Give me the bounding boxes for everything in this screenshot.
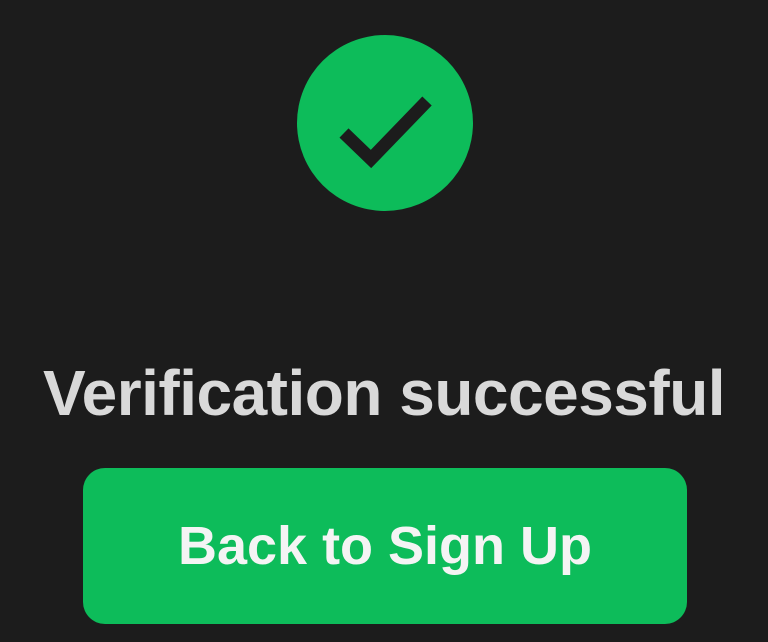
checkmark-icon [339, 96, 432, 169]
back-to-sign-up-button[interactable]: Back to Sign Up [83, 468, 687, 624]
verification-success-screen: Verification successful Back to Sign Up [0, 0, 768, 642]
status-title: Verification successful [42, 357, 726, 429]
success-badge [297, 35, 473, 211]
